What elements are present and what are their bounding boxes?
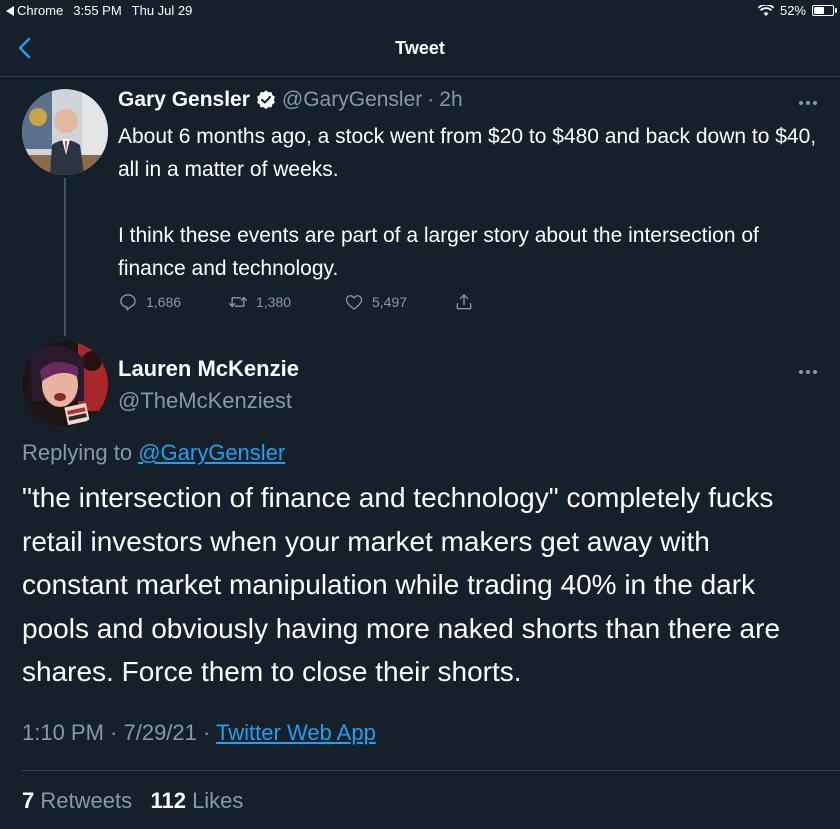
avatar-gary-gensler[interactable]	[22, 89, 108, 175]
parent-tweet-time: 2h	[439, 88, 463, 111]
back-app-label: Chrome	[17, 3, 64, 18]
avatar-photo-icon	[22, 341, 108, 427]
parent-tweet-actions: 1,686 1,380 5,497	[118, 292, 474, 312]
reply-count: 1,686	[146, 294, 182, 310]
parent-author-name[interactable]: Gary Gensler	[118, 88, 250, 112]
replying-prefix: Replying to	[22, 440, 133, 465]
retweet-button[interactable]: 1,380	[228, 292, 344, 312]
replying-to: Replying to @GaryGensler	[22, 440, 285, 466]
parent-tweet-header: Gary Gensler @GaryGensler · 2h	[118, 88, 463, 112]
thread-connector-line	[64, 178, 66, 336]
retweet-icon	[229, 296, 247, 308]
like-count: 5,497	[372, 294, 408, 310]
tweet-source-link[interactable]: Twitter Web App	[216, 720, 376, 745]
meta-separator: ·	[427, 88, 435, 111]
main-author-handle[interactable]: @TheMcKenziest	[118, 388, 292, 414]
main-tweet-text: "the intersection of finance and technol…	[22, 482, 781, 687]
retweets-stat-label: Retweets	[40, 788, 133, 813]
more-options-icon[interactable]	[796, 91, 820, 115]
wifi-icon	[757, 4, 774, 16]
status-time: 3:55 PM	[73, 3, 122, 18]
share-button[interactable]	[454, 292, 474, 312]
tweet-meta: 1:10 PM · 7/29/21 · Twitter Web App	[22, 720, 376, 746]
reply-icon	[120, 294, 136, 311]
parent-paragraph: About 6 months ago, a stock went from $2…	[118, 125, 817, 181]
back-to-app[interactable]: Chrome	[6, 3, 63, 18]
divider	[22, 770, 840, 771]
back-triangle-icon	[6, 5, 14, 16]
avatar-lauren-mckenzie[interactable]	[22, 341, 108, 427]
battery-icon	[812, 5, 837, 16]
main-author-name[interactable]: Lauren McKenzie	[118, 356, 299, 382]
likes-stat-label: Likes	[192, 788, 244, 813]
navigation-header: Tweet	[0, 22, 840, 77]
parent-tweet-text: About 6 months ago, a stock went from $2…	[118, 120, 818, 285]
likes-stat-count: 112	[150, 788, 186, 813]
tweet-timestamp: 1:10 PM · 7/29/21 ·	[22, 720, 211, 745]
retweets-stat[interactable]: 7 Retweets	[22, 788, 132, 813]
heart-icon	[345, 295, 363, 310]
reply-button[interactable]: 1,686	[118, 292, 228, 312]
battery-percent: 52%	[779, 3, 806, 18]
verified-badge-icon	[257, 90, 275, 110]
page-title: Tweet	[395, 38, 445, 58]
more-options-icon[interactable]	[796, 360, 820, 384]
status-date: Thu Jul 29	[131, 3, 193, 18]
like-button[interactable]: 5,497	[344, 292, 454, 312]
status-bar: Chrome 3:55 PM Thu Jul 29 52%	[0, 0, 840, 22]
battery-fill	[814, 7, 825, 14]
parent-paragraph: I think these events are part of a large…	[118, 224, 759, 280]
avatar-photo-icon	[22, 89, 108, 175]
tweet-stats: 7 Retweets 112 Likes	[22, 788, 243, 814]
retweets-stat-count: 7	[22, 788, 35, 813]
likes-stat[interactable]: 112 Likes	[150, 788, 243, 813]
parent-author-handle[interactable]: @GaryGensler	[282, 88, 422, 112]
share-icon	[456, 294, 472, 310]
replying-to-link[interactable]: @GaryGensler	[138, 440, 285, 465]
retweet-count: 1,380	[256, 294, 292, 310]
